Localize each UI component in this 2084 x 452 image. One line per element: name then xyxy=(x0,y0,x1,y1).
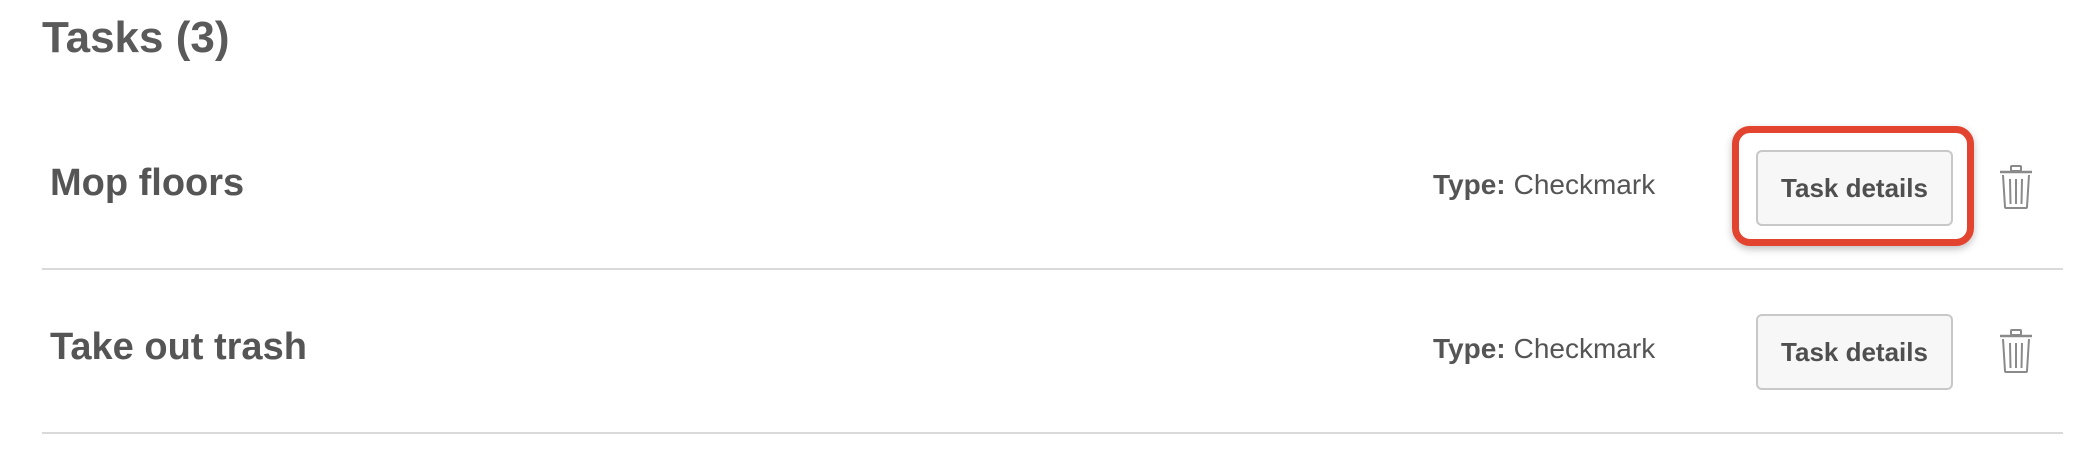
task-list: Mop floors Type: Checkmark Task details T… xyxy=(42,106,2063,434)
page-title: Tasks (3) xyxy=(42,13,230,62)
task-type: Type: Checkmark xyxy=(1433,168,1655,202)
task-type-value: Checkmark xyxy=(1513,333,1656,364)
task-details-button[interactable]: Task details xyxy=(1756,314,1953,390)
trash-icon xyxy=(2000,329,2032,373)
task-type-label: Type: xyxy=(1433,333,1506,364)
task-name: Mop floors xyxy=(50,162,245,204)
delete-task-button[interactable] xyxy=(1998,164,2034,210)
task-type-label: Type: xyxy=(1433,169,1506,200)
delete-task-button[interactable] xyxy=(1998,328,2034,374)
task-row: Take out trash Type: Checkmark Task detai… xyxy=(42,270,2063,434)
task-row: Mop floors Type: Checkmark Task details xyxy=(42,106,2063,270)
task-name: Take out trash xyxy=(50,326,307,368)
task-type: Type: Checkmark xyxy=(1433,332,1655,366)
task-details-button[interactable]: Task details xyxy=(1756,150,1953,226)
task-type-value: Checkmark xyxy=(1513,169,1656,200)
trash-icon xyxy=(2000,165,2032,209)
